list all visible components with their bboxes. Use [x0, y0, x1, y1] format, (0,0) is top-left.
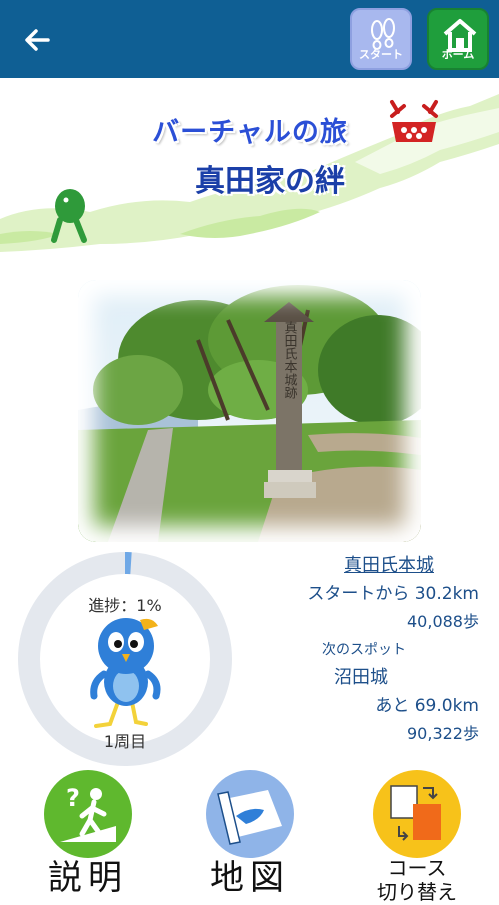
steps-remaining: 90,322歩 — [407, 724, 479, 743]
explain-button[interactable]: ? 説明 — [28, 770, 148, 900]
map-button[interactable]: 地図 — [190, 770, 310, 900]
course-switch-button[interactable]: コース 切り替え — [357, 770, 477, 904]
home-button[interactable]: ホーム — [427, 8, 489, 70]
explain-label: 説明 — [48, 858, 128, 898]
next-spot-label: 次のスポット — [322, 642, 406, 658]
current-spot-link[interactable]: 真田氏本城 — [269, 552, 479, 580]
course-label-line2: 切り替え — [377, 880, 457, 904]
map-icon — [217, 790, 282, 845]
next-spot-name: 沼田城 — [334, 667, 388, 688]
back-button[interactable] — [18, 20, 58, 60]
title-banner: バーチャルの旅 真田家の絆 — [0, 84, 499, 259]
help-hiker-icon: ? — [60, 784, 116, 842]
switch-course-icon — [390, 785, 441, 841]
home-label: ホーム — [441, 48, 475, 61]
svg-text:?: ? — [66, 784, 80, 812]
steps-done: 40,088歩 — [407, 612, 479, 631]
distance-remaining: あと 69.0km — [375, 696, 479, 716]
start-button[interactable]: スタート — [350, 8, 412, 70]
castle-emblem-icon — [390, 100, 438, 142]
course-title: 真田家の絆 — [195, 164, 345, 199]
journey-title: バーチャルの旅 — [152, 117, 348, 148]
spot-info-panel: 真田氏本城 スタートから 30.2km 40,088歩 次のスポット 沼田城 あ… — [269, 552, 479, 748]
spot-photo: 真田氏本城跡 — [78, 280, 421, 542]
bird-mascot-icon — [90, 618, 161, 728]
distance-from-start: スタートから 30.2km — [307, 584, 479, 604]
start-label: スタート — [359, 48, 403, 61]
lap-label: 1周目 — [103, 732, 147, 751]
arrow-left-icon — [25, 29, 50, 51]
map-label: 地図 — [210, 858, 290, 898]
app-header: スタート ホーム — [0, 0, 499, 78]
